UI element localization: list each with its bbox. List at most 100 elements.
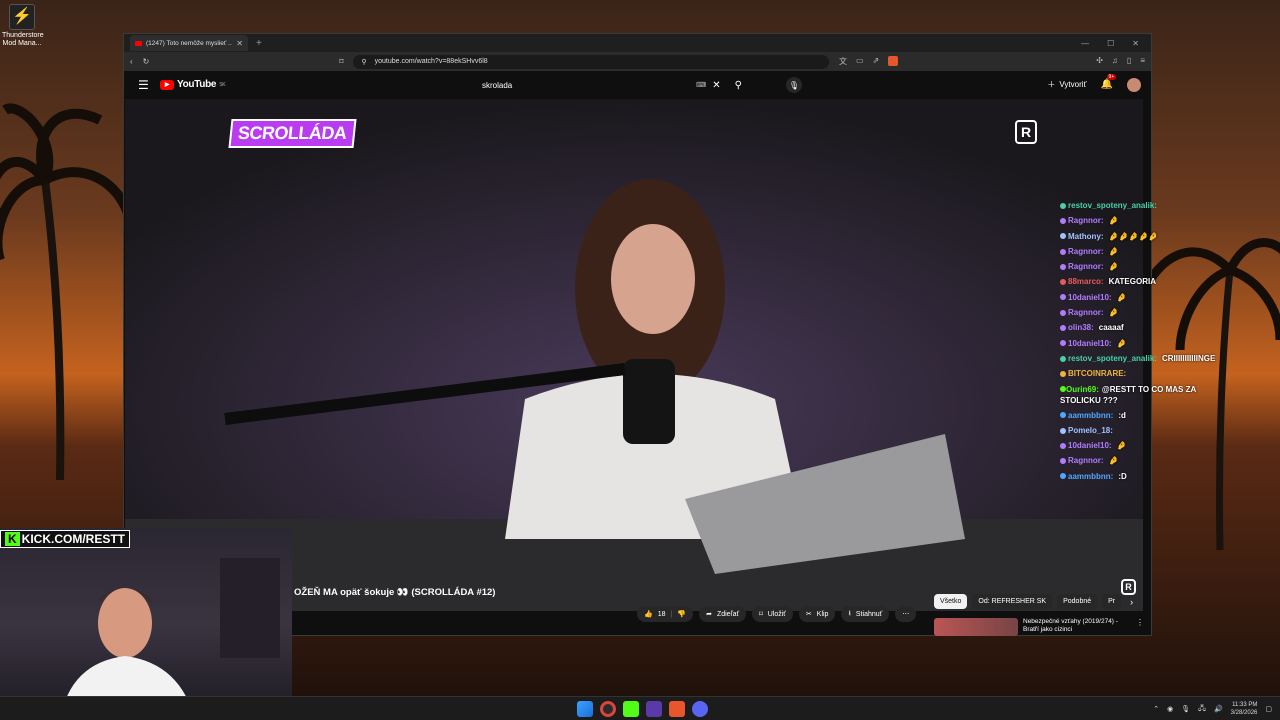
search-input[interactable]: skrolada ⌨ ✕ ⚲ (476, 76, 742, 94)
chip-partial[interactable]: Pr (1102, 594, 1122, 609)
chat-message: 88marco: KATEGORIA (1060, 274, 1230, 289)
chat-username[interactable]: Ragnnor: (1068, 244, 1104, 259)
create-button[interactable]: ＋ Vytvoriť (1047, 79, 1086, 90)
avatar[interactable] (1127, 77, 1141, 92)
close-window-icon[interactable]: ✕ (1132, 39, 1139, 48)
chat-username[interactable]: olin38: (1068, 320, 1094, 335)
chat-username[interactable]: BITCOINRARE: (1068, 366, 1126, 381)
chat-text: :D (1118, 471, 1127, 481)
chip-related[interactable]: Podobné (1057, 594, 1098, 609)
chat-username[interactable]: Ourin69: (1066, 385, 1099, 394)
chat-username[interactable]: 10daniel10: (1068, 438, 1112, 453)
media-icon[interactable]: ♫ (1112, 56, 1118, 67)
microphone-tray-icon[interactable]: 🎙 (1181, 705, 1190, 713)
chat-message: 10daniel10: 🤌 (1060, 438, 1230, 453)
chat-username[interactable]: Ragnnor: (1068, 305, 1104, 320)
plus-icon: ＋ (1047, 80, 1056, 89)
chat-message: Ourin69: @RESTT TO CO MAS ZA STOLICKU ??? (1060, 384, 1230, 406)
chat-badge-icon (1060, 355, 1066, 362)
thumbs-down-icon[interactable]: 👎 (677, 610, 686, 618)
like-button[interactable]: 👍 18 | 👎 (637, 606, 694, 622)
volume-icon[interactable]: 🔊 (1214, 705, 1223, 713)
chat-username[interactable]: restov_spoteny_analik: (1068, 351, 1157, 366)
new-tab-icon[interactable]: + (256, 38, 262, 49)
youtube-logo[interactable]: ▶ YouTube SK (160, 79, 226, 90)
chat-text: 🤌 (1108, 262, 1119, 272)
chat-username[interactable]: aammbbnn: (1068, 469, 1113, 484)
chat-username[interactable]: 10daniel10: (1068, 290, 1112, 305)
notifications-button[interactable]: 🔔 9+ (1101, 74, 1117, 90)
discord-icon[interactable] (692, 701, 708, 717)
obs-icon[interactable] (646, 701, 662, 717)
voice-search-icon[interactable]: 🎙 (786, 77, 802, 93)
chat-username[interactable]: Pomelo_18: (1068, 423, 1113, 438)
address-bar: ‹ ↻ ⌑ ⚲ youtube.com/watch?v=88ekSHvv6l8 … (124, 52, 1151, 71)
brave-shields-icon[interactable] (888, 56, 899, 66)
url-field[interactable]: ⚲ youtube.com/watch?v=88ekSHvv6l8 (353, 54, 829, 69)
more-icon: ⋯ (902, 611, 910, 618)
chip-from-channel[interactable]: Od: REFRESHER SK (972, 594, 1053, 609)
maximize-icon[interactable]: ☐ (1107, 39, 1114, 48)
minimize-icon[interactable]: — (1081, 39, 1089, 48)
chat-message: Ragnnor: 🤌 (1060, 305, 1230, 320)
chat-username[interactable]: Ragnnor: (1068, 213, 1104, 228)
share-page-icon[interactable]: ⇗ (873, 56, 880, 67)
chat-message: olin38: caaaaf (1060, 320, 1230, 335)
chat-username[interactable]: 88marco: (1068, 274, 1104, 289)
chat-badge-icon (1060, 325, 1066, 332)
chevron-right-icon[interactable]: › (1130, 597, 1133, 607)
more-vert-icon[interactable]: ⋮ (1136, 618, 1144, 636)
chat-username[interactable]: aammbbnn: (1068, 408, 1113, 423)
tray-app-icon[interactable]: ◉ (1167, 705, 1173, 713)
network-icon[interactable]: 🖧 (1198, 704, 1206, 715)
chat-badge-icon (1060, 458, 1066, 465)
chat-badge-icon (1060, 279, 1066, 286)
chat-badge-icon (1060, 340, 1066, 347)
chat-username[interactable]: Ragnnor: (1068, 259, 1104, 274)
bookmark-icon[interactable]: ⌑ (339, 57, 343, 66)
kick-app-icon[interactable] (623, 701, 639, 717)
share-button[interactable]: ➦ Zdieľať (699, 606, 747, 622)
site-info-icon[interactable]: ⚲ (361, 58, 366, 66)
back-icon[interactable]: ‹ (130, 57, 133, 66)
clear-search-icon[interactable]: ✕ (712, 80, 720, 91)
chat-message: 10daniel10: 🤌 (1060, 336, 1230, 351)
menu-icon[interactable]: ≡ (1140, 56, 1145, 67)
chat-username[interactable]: restov_spoteny_analik: (1068, 198, 1157, 213)
chip-all[interactable]: Všetko (934, 594, 968, 609)
extensions-icon[interactable]: ✣ (1096, 56, 1103, 67)
chrome-icon[interactable] (600, 701, 616, 717)
recommended-video[interactable]: Nebezpečné vzťahy (2019/274) - Bratří ja… (934, 618, 1144, 636)
logo-text: YouTube (177, 79, 217, 90)
chat-message: Pomelo_18: (1060, 423, 1230, 438)
share-icon: ➦ (706, 611, 712, 618)
brave-taskbar-icon[interactable] (669, 701, 685, 717)
clock[interactable]: 11:33 PM 3/28/2026 (1231, 701, 1258, 717)
chat-message: restov_spoteny_analik: CRIIIIIIIIIIINGE (1060, 351, 1230, 366)
sidebar-icon[interactable]: ▯ (1127, 56, 1131, 67)
chat-username[interactable]: Ragnnor: (1068, 453, 1104, 468)
browser-tab[interactable]: (1247) Toto nemôže myslieť ... ✕ (130, 35, 248, 51)
search-icon[interactable]: ⚲ (735, 80, 742, 91)
keyboard-icon[interactable]: ⌨ (696, 81, 706, 89)
thunderstore-desktop-icon[interactable]: ⚡ Thunderstore Mod Mana... (2, 4, 44, 48)
reload-icon[interactable]: ↻ (143, 57, 150, 66)
chat-username[interactable]: 10daniel10: (1068, 336, 1112, 351)
clip-button[interactable]: ✂ Klip (798, 606, 836, 622)
download-button[interactable]: ⭳ Stiahnuť (841, 606, 890, 622)
notification-center-icon[interactable]: ▢ (1265, 705, 1272, 713)
like-count: 18 (657, 610, 666, 618)
close-tab-icon[interactable]: ✕ (236, 39, 243, 48)
chat-text: 🤌 (1116, 338, 1127, 348)
chat-username[interactable]: Mathony: (1068, 229, 1104, 244)
save-button[interactable]: ⌑ Uložiť (752, 606, 793, 622)
more-actions-button[interactable]: ⋯ (895, 606, 917, 622)
translate-icon[interactable]: 文 (839, 56, 847, 67)
hamburger-menu-icon[interactable]: ☰ (138, 78, 160, 92)
cast-icon[interactable]: ▭ (856, 56, 864, 67)
header-actions: ＋ Vytvoriť 🔔 9+ (1047, 74, 1141, 92)
chat-message: Mathony: 🤌🤌🤌🤌🤌 (1060, 229, 1230, 244)
chat-message: restov_spoteny_analik: (1060, 198, 1230, 213)
windows-start-icon[interactable] (577, 701, 593, 717)
tray-chevron-icon[interactable]: ⌃ (1153, 705, 1159, 713)
